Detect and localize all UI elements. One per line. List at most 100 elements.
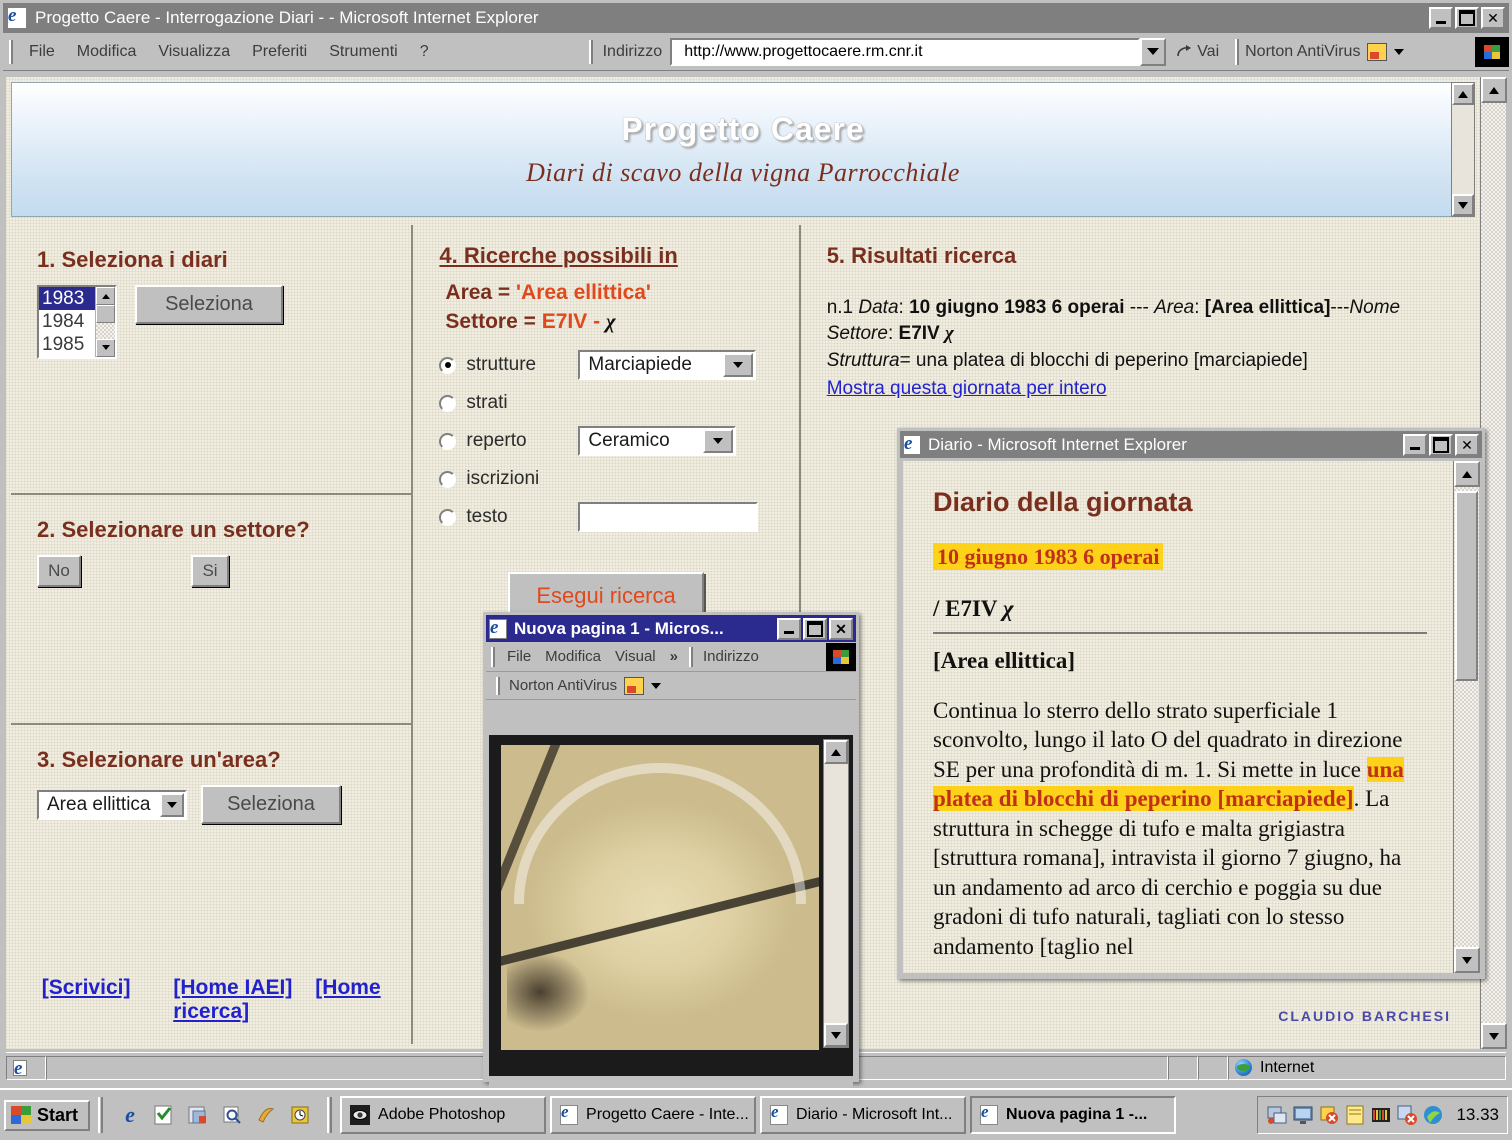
menu-strumenti[interactable]: Strumenti	[319, 40, 407, 64]
menu-preferiti[interactable]: Preferiti	[242, 40, 317, 64]
task-button-nuova-pagina[interactable]: Nuova pagina 1 -...	[970, 1096, 1177, 1134]
addressbar-grip[interactable]	[688, 646, 693, 667]
tray-icon-equalizer[interactable]	[1370, 1104, 1392, 1126]
addressbar-grip[interactable]	[588, 39, 593, 64]
reperto-select-arrow[interactable]	[703, 429, 734, 453]
reperto-select-value: Ceramico	[588, 430, 670, 451]
menu-file[interactable]: File	[19, 40, 65, 64]
restore-button[interactable]	[1455, 7, 1479, 29]
diario-scroll-up-button[interactable]	[1454, 461, 1480, 487]
strutture-select[interactable]: Marciapiede	[578, 350, 757, 380]
go-button[interactable]: Vai	[1166, 43, 1229, 61]
radio-row-strati[interactable]: strati	[439, 392, 772, 414]
tray-icon-notepad[interactable]	[1344, 1104, 1366, 1126]
tray-icon-scheduler[interactable]	[1396, 1104, 1418, 1126]
chevron-down-icon[interactable]	[1394, 48, 1405, 55]
nuova-scroll-down-button[interactable]	[824, 1023, 848, 1047]
address-input[interactable]: http://www.progettocaere.rm.cnr.it	[670, 37, 1141, 66]
radio-row-strutture[interactable]: strutture Marciapiede	[439, 350, 772, 380]
minimize-button[interactable]	[1429, 7, 1453, 29]
menu-help[interactable]: ?	[410, 40, 439, 64]
year-option-1984[interactable]: 1984	[39, 310, 95, 333]
diario-date-highlight: 10 giugno 1983 6 operai	[933, 543, 1164, 570]
radio-strutture[interactable]	[439, 356, 457, 374]
footer-link-home-iaei[interactable]: [Home IAEI]	[173, 976, 292, 999]
address-dropdown-button[interactable]	[1140, 37, 1167, 66]
ql-search-icon[interactable]	[219, 1102, 245, 1128]
nuova-menu-overflow-button[interactable]: »	[663, 646, 685, 667]
taskbar-clock[interactable]: 13.33	[1456, 1105, 1499, 1125]
year-listbox-scrollbar[interactable]	[95, 287, 115, 357]
browser-titlebar: Progetto Caere - Interrogazione Diari - …	[3, 3, 1509, 33]
ql-show-desktop-icon[interactable]	[185, 1102, 211, 1128]
filter-settore-label: Settore =	[445, 310, 542, 333]
radio-strati[interactable]	[439, 394, 457, 412]
nuova-minimize-button[interactable]	[777, 617, 801, 640]
menubar-grip[interactable]	[9, 39, 13, 64]
diario-close-button[interactable]: ✕	[1455, 433, 1479, 456]
step3-seleziona-button[interactable]: Seleziona	[201, 785, 341, 824]
year-option-1985[interactable]: 1985	[39, 333, 95, 356]
strutture-select-arrow[interactable]	[723, 353, 754, 377]
step2-si-button[interactable]: Si	[191, 555, 229, 587]
task-button-progetto-caere[interactable]: Progetto Caere - Inte...	[550, 1096, 757, 1134]
testo-input[interactable]	[578, 502, 759, 532]
banner-scroll-down[interactable]	[1452, 194, 1474, 216]
listbox-thumb[interactable]	[96, 305, 115, 323]
nuova-scroll-up-button[interactable]	[824, 740, 848, 764]
diario-scroll-down-button[interactable]	[1454, 947, 1480, 973]
tray-icon-network[interactable]	[1266, 1104, 1288, 1126]
reperto-select[interactable]: Ceramico	[578, 426, 737, 456]
diario-restore-button[interactable]	[1429, 433, 1453, 456]
menubar-grip[interactable]	[491, 646, 495, 667]
ql-media-icon[interactable]	[253, 1102, 279, 1128]
ql-outlook-icon[interactable]	[151, 1102, 177, 1128]
tray-icon-display[interactable]	[1292, 1104, 1314, 1126]
nuova-restore-button[interactable]	[803, 617, 827, 640]
show-full-day-link[interactable]: Mostra questa giornata per intero	[827, 378, 1107, 399]
diario-scroll-thumb[interactable]	[1455, 491, 1478, 681]
nuova-norton-toolbar[interactable]: Norton AntiVirus	[486, 672, 856, 700]
diario-scrollbar[interactable]	[1453, 461, 1480, 973]
close-button[interactable]: ✕	[1481, 7, 1505, 29]
banner-inner-scrollbar[interactable]	[1451, 82, 1475, 217]
menu-modifica[interactable]: Modifica	[67, 40, 147, 64]
area-select-arrow[interactable]	[159, 792, 184, 817]
result-area-value: [Area ellittica]	[1204, 297, 1331, 318]
task-button-diario[interactable]: Diario - Microsoft Int...	[760, 1096, 967, 1134]
filter-area-line: Area = 'Area ellittica'	[445, 281, 772, 305]
radio-testo[interactable]	[439, 508, 457, 526]
nuova-menu-visual[interactable]: Visual	[608, 646, 663, 667]
radio-iscrizioni[interactable]	[439, 470, 457, 488]
norton-toolbar[interactable]: Norton AntiVirus	[1245, 42, 1405, 61]
page-scroll-down-button[interactable]	[1481, 1023, 1507, 1049]
norton-grip[interactable]	[496, 676, 500, 695]
footer-link-scrivici[interactable]: [Scrivici]	[42, 976, 131, 999]
menu-visualizza[interactable]: Visualizza	[148, 40, 240, 64]
listbox-scroll-down[interactable]	[96, 338, 115, 357]
step2-no-button[interactable]: No	[37, 555, 81, 587]
radio-row-testo[interactable]: testo	[439, 502, 772, 532]
task-button-photoshop[interactable]: Adobe Photoshop	[340, 1096, 547, 1134]
start-button[interactable]: Start	[4, 1099, 91, 1131]
nuova-close-button[interactable]: ✕	[829, 617, 853, 640]
tray-icon-antivirus[interactable]	[1318, 1104, 1340, 1126]
area-select[interactable]: Area ellittica	[37, 789, 187, 820]
step1-seleziona-button[interactable]: Seleziona	[135, 285, 283, 324]
year-listbox[interactable]: 1983 1984 1985	[37, 285, 117, 359]
nuova-menu-modifica[interactable]: Modifica	[538, 646, 608, 667]
radio-reperto[interactable]	[439, 432, 457, 450]
banner-scroll-up[interactable]	[1452, 83, 1474, 105]
diario-minimize-button[interactable]	[1403, 433, 1427, 456]
page-scroll-up-button[interactable]	[1481, 77, 1507, 103]
nuova-scrollbar[interactable]	[823, 739, 849, 1048]
chevron-down-icon[interactable]	[651, 682, 662, 689]
ql-ie-icon[interactable]: e	[117, 1102, 143, 1128]
tray-icon-browser[interactable]	[1422, 1104, 1444, 1126]
radio-row-iscrizioni[interactable]: iscrizioni	[439, 468, 772, 490]
ql-clock-icon[interactable]	[287, 1102, 313, 1128]
year-option-1983[interactable]: 1983	[39, 287, 95, 311]
nuova-menu-file[interactable]: File	[500, 646, 538, 667]
listbox-scroll-up[interactable]	[96, 287, 115, 305]
radio-row-reperto[interactable]: reperto Ceramico	[439, 426, 772, 456]
